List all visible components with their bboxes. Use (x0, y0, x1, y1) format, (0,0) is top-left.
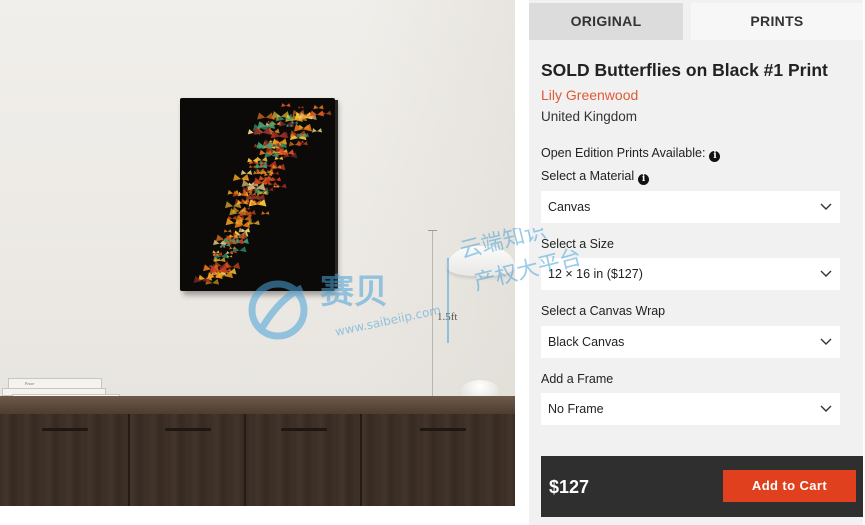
sideboard-top (0, 396, 515, 414)
open-edition-text: Open Edition Prints Available: (541, 146, 706, 160)
add-to-cart-button[interactable]: Add to Cart (723, 470, 856, 502)
sideboard-door-divider (244, 414, 246, 506)
sideboard-door-divider (360, 414, 362, 506)
butterfly-shape (240, 170, 253, 175)
chevron-down-icon (820, 203, 832, 210)
product-room-preview: 1.5ft Peace Inviting Peace (0, 0, 515, 506)
open-edition-label: Open Edition Prints Available: i (541, 146, 721, 162)
material-label: Select a Material i (541, 169, 650, 185)
butterfly-shape (298, 106, 304, 109)
butterfly-shape (313, 104, 324, 110)
product-options-panel: ORIGINAL PRINTS SOLD Butterflies on Blac… (529, 0, 863, 525)
height-measure-label: 1.5ft (437, 311, 458, 323)
butterfly-shape (249, 165, 257, 169)
material-label-text: Select a Material (541, 169, 635, 183)
butterfly-shape (281, 103, 291, 107)
material-select[interactable]: Canvas (541, 191, 840, 223)
size-label: Select a Size (541, 237, 614, 251)
canvas-wrap-select[interactable]: Black Canvas (541, 326, 840, 358)
butterfly-shape (226, 255, 233, 258)
canvas-edge (335, 100, 338, 289)
chevron-down-icon (820, 270, 832, 277)
size-select-value: 12 × 16 in ($127) (548, 267, 643, 281)
chevron-down-icon (820, 405, 832, 412)
sideboard-handle (42, 428, 88, 431)
artist-country: United Kingdom (541, 109, 638, 124)
product-title: SOLD Butterflies on Black #1 Print (541, 60, 828, 80)
butterfly-shape (238, 227, 250, 233)
butterfly-shape (291, 121, 299, 124)
info-icon[interactable]: i (709, 151, 721, 162)
butterfly-shape (310, 110, 325, 117)
butterfly-shape (275, 183, 287, 189)
artwork-canvas (180, 98, 338, 291)
info-icon[interactable]: i (638, 174, 650, 185)
tab-original[interactable]: ORIGINAL (529, 3, 683, 40)
size-select[interactable]: 12 × 16 in ($127) (541, 258, 840, 290)
height-measure-line (428, 230, 437, 402)
butterfly-shape (236, 214, 253, 222)
tab-prints[interactable]: PRINTS (691, 3, 863, 40)
butterfly-shape (257, 112, 274, 120)
canvas-wrap-label: Select a Canvas Wrap (541, 304, 666, 318)
canvas-wrap-select-value: Black Canvas (548, 335, 625, 349)
butterfly-shape (311, 128, 323, 133)
material-select-value: Canvas (548, 200, 591, 214)
tab-bar: ORIGINAL PRINTS (529, 3, 863, 40)
butterfly-shape (229, 246, 236, 250)
butterfly-shape (263, 187, 274, 192)
sideboard-handle (281, 428, 327, 431)
artist-link[interactable]: Lily Greenwood (541, 87, 638, 103)
lamp-shade (447, 246, 515, 276)
butterflies-artwork (193, 103, 332, 285)
sideboard-door-divider (128, 414, 130, 506)
frame-label: Add a Frame (541, 372, 614, 386)
butterfly-shape (261, 211, 270, 215)
butterfly-shape (223, 229, 232, 233)
wall-shadow (355, 0, 515, 400)
frame-select[interactable]: No Frame (541, 393, 840, 425)
butterfly-shape (255, 168, 265, 172)
sideboard-handle (420, 428, 466, 431)
butterfly-shape (224, 201, 242, 209)
frame-select-value: No Frame (548, 402, 604, 416)
chevron-down-icon (820, 338, 832, 345)
lamp-stem (477, 276, 480, 386)
butterfly-shape (247, 157, 258, 163)
sideboard-handle (165, 428, 211, 431)
add-to-cart-bar: $127 Add to Cart (541, 456, 863, 517)
price: $127 (549, 477, 590, 497)
